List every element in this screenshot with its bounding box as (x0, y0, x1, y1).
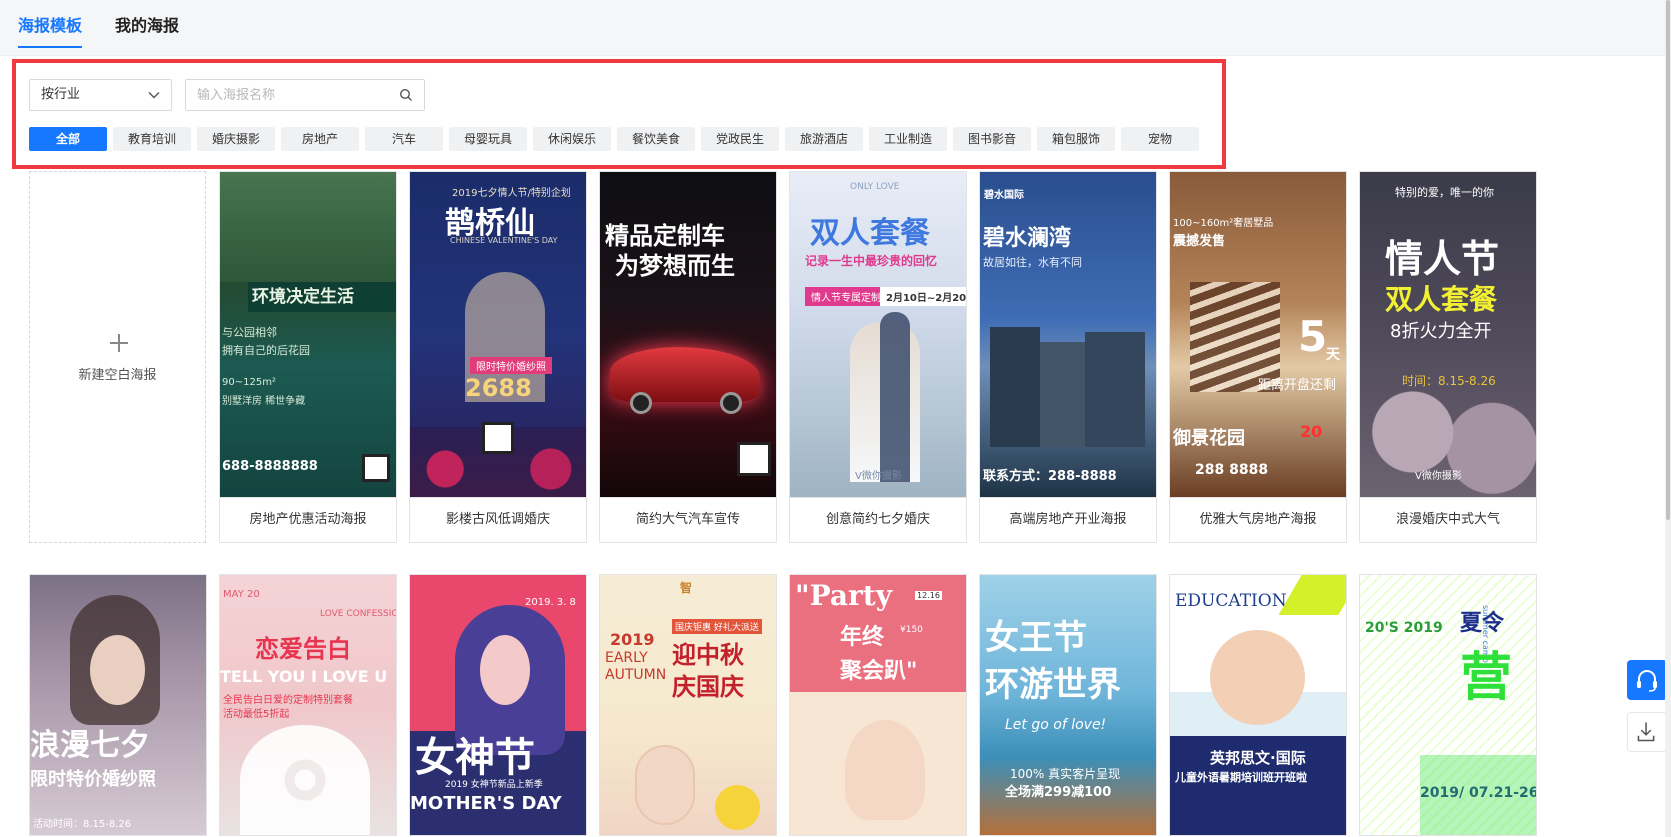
download-icon (1637, 722, 1655, 742)
poster-card[interactable]: 100~160m²奢居墅品 震撼发售 5 天 距离开盘还剩 御景花园 20 28… (1169, 171, 1347, 543)
poster-card[interactable]: ONLY LOVE 双人套餐 记录一生中最珍贵的回忆 情人节专属定制 2月10日… (789, 171, 967, 543)
tab-poster-templates[interactable]: 海报模板 (18, 12, 83, 48)
search-icon[interactable] (399, 88, 413, 102)
poster-thumbnail: ONLY LOVE 双人套餐 记录一生中最珍贵的回忆 情人节专属定制 2月10日… (790, 172, 966, 497)
tab-bar: 海报模板 我的海报 (0, 0, 1671, 56)
poster-thumbnail: 精品定制车 为梦想而生 (600, 172, 776, 497)
poster-card[interactable]: MAY 20 LOVE CONFESSION 恋爱告白 TELL YOU I L… (219, 574, 397, 836)
headset-icon (1637, 670, 1657, 692)
category-chip-all[interactable]: 全部 (29, 127, 107, 151)
poster-thumbnail: EDUCATION 英邦思文·国际 儿童外语暑期培训班开班啦 (1170, 575, 1346, 835)
category-chip-auto[interactable]: 汽车 (365, 127, 443, 151)
category-chip-food[interactable]: 餐饮美食 (617, 127, 695, 151)
category-chip-education[interactable]: 教育培训 (113, 127, 191, 151)
poster-card[interactable]: 精品定制车 为梦想而生 简约大气汽车宣传 (599, 171, 777, 543)
poster-thumbnail: 环境决定生活 与公园相邻 拥有自己的后花园 90~125m² 别墅洋房 稀世争藏… (220, 172, 396, 497)
poster-thumbnail: summer camp 20'S 2019 夏令 营 2019/ 07.21-2… (1360, 575, 1536, 835)
qr-code-icon (737, 442, 771, 476)
category-chip-pets[interactable]: 宠物 (1121, 127, 1199, 151)
poster-card[interactable]: 2019七夕情人节/特别企划 鹊桥仙 CHINESE VALENTINE'S D… (409, 171, 587, 543)
poster-card[interactable]: 环境决定生活 与公园相邻 拥有自己的后花园 90~125m² 别墅洋房 稀世争藏… (219, 171, 397, 543)
poster-thumbnail: 2019. 3. 8 女神节 2019 女神节新品上新季 MOTHER'S DA… (410, 575, 586, 835)
poster-thumbnail: "Party 12.16 年终 ¥150 聚会趴" (790, 575, 966, 835)
poster-card[interactable]: "Party 12.16 年终 ¥150 聚会趴" (789, 574, 967, 836)
plus-icon (110, 334, 128, 352)
category-chip-baby-toys[interactable]: 母婴玩具 (449, 127, 527, 151)
category-chip-books-media[interactable]: 图书影音 (953, 127, 1031, 151)
poster-card[interactable]: 浪漫七夕 限时特价婚纱照 活动时间：8.15-8.26 (29, 574, 207, 836)
industry-select[interactable]: 按行业 (29, 79, 172, 111)
qr-code-icon (482, 422, 514, 454)
poster-thumbnail: 智 2019 EARLY AUTUMN 国庆钜惠 好礼大派送 迎中秋 庆国庆 (600, 575, 776, 835)
chevron-down-icon (148, 92, 160, 99)
category-chip-industry[interactable]: 工业制造 (869, 127, 947, 151)
poster-thumbnail: MAY 20 LOVE CONFESSION 恋爱告白 TELL YOU I L… (220, 575, 396, 835)
category-chip-real-estate[interactable]: 房地产 (281, 127, 359, 151)
poster-title: 高端房地产开业海报 (980, 497, 1156, 542)
poster-card[interactable]: 智 2019 EARLY AUTUMN 国庆钜惠 好礼大派送 迎中秋 庆国庆 (599, 574, 777, 836)
category-chip-travel-hotel[interactable]: 旅游酒店 (785, 127, 863, 151)
industry-select-value: 按行业 (41, 87, 81, 102)
poster-card[interactable]: 女王节 环游世界 Let go of love! 100% 真实客片呈现 全场满… (979, 574, 1157, 836)
poster-title: 影楼古风低调婚庆 (410, 497, 586, 542)
poster-card[interactable]: 特别的爱，唯一的你 情人节 双人套餐 8折火力全开 时间：8.15-8.26 V… (1359, 171, 1537, 543)
category-chip-government[interactable]: 党政民生 (701, 127, 779, 151)
category-chip-leisure[interactable]: 休闲娱乐 (533, 127, 611, 151)
poster-title: 浪漫婚庆中式大气 (1360, 497, 1536, 542)
customer-service-button[interactable] (1627, 660, 1667, 700)
scrollbar-thumb[interactable] (1666, 0, 1670, 520)
poster-card[interactable]: 2019. 3. 8 女神节 2019 女神节新品上新季 MOTHER'S DA… (409, 574, 587, 836)
download-button[interactable] (1627, 712, 1667, 752)
poster-card[interactable]: summer camp 20'S 2019 夏令 营 2019/ 07.21-2… (1359, 574, 1537, 836)
poster-card[interactable]: 碧水国际 碧水澜湾 故居如往，水有不同 联系方式：288-8888 高端房地产开… (979, 171, 1157, 543)
poster-thumbnail: 碧水国际 碧水澜湾 故居如往，水有不同 联系方式：288-8888 (980, 172, 1156, 497)
poster-card[interactable]: EDUCATION 英邦思文·国际 儿童外语暑期培训班开班啦 (1169, 574, 1347, 836)
new-blank-poster-card[interactable]: 新建空白海报 (29, 171, 206, 543)
poster-search-box (185, 79, 425, 111)
tab-my-posters[interactable]: 我的海报 (115, 12, 179, 46)
poster-search-input[interactable] (197, 80, 397, 110)
poster-thumbnail: 特别的爱，唯一的你 情人节 双人套餐 8折火力全开 时间：8.15-8.26 V… (1360, 172, 1536, 497)
poster-thumbnail: 2019七夕情人节/特别企划 鹊桥仙 CHINESE VALENTINE'S D… (410, 172, 586, 497)
poster-title: 优雅大气房地产海报 (1170, 497, 1346, 542)
page-scrollbar[interactable] (1665, 0, 1671, 837)
category-chip-wedding[interactable]: 婚庆摄影 (197, 127, 275, 151)
qr-code-icon (362, 454, 390, 482)
filter-highlight-box (12, 59, 1226, 169)
new-blank-poster-label: 新建空白海报 (78, 368, 157, 383)
poster-title: 创意简约七夕婚庆 (790, 497, 966, 542)
poster-thumbnail: 女王节 环游世界 Let go of love! 100% 真实客片呈现 全场满… (980, 575, 1156, 835)
poster-thumbnail: 浪漫七夕 限时特价婚纱照 活动时间：8.15-8.26 (30, 575, 206, 835)
poster-title: 房地产优惠活动海报 (220, 497, 396, 542)
category-chip-bags-clothing[interactable]: 箱包服饰 (1037, 127, 1115, 151)
poster-thumbnail: 100~160m²奢居墅品 震撼发售 5 天 距离开盘还剩 御景花园 20 28… (1170, 172, 1346, 497)
poster-title: 简约大气汽车宣传 (600, 497, 776, 542)
